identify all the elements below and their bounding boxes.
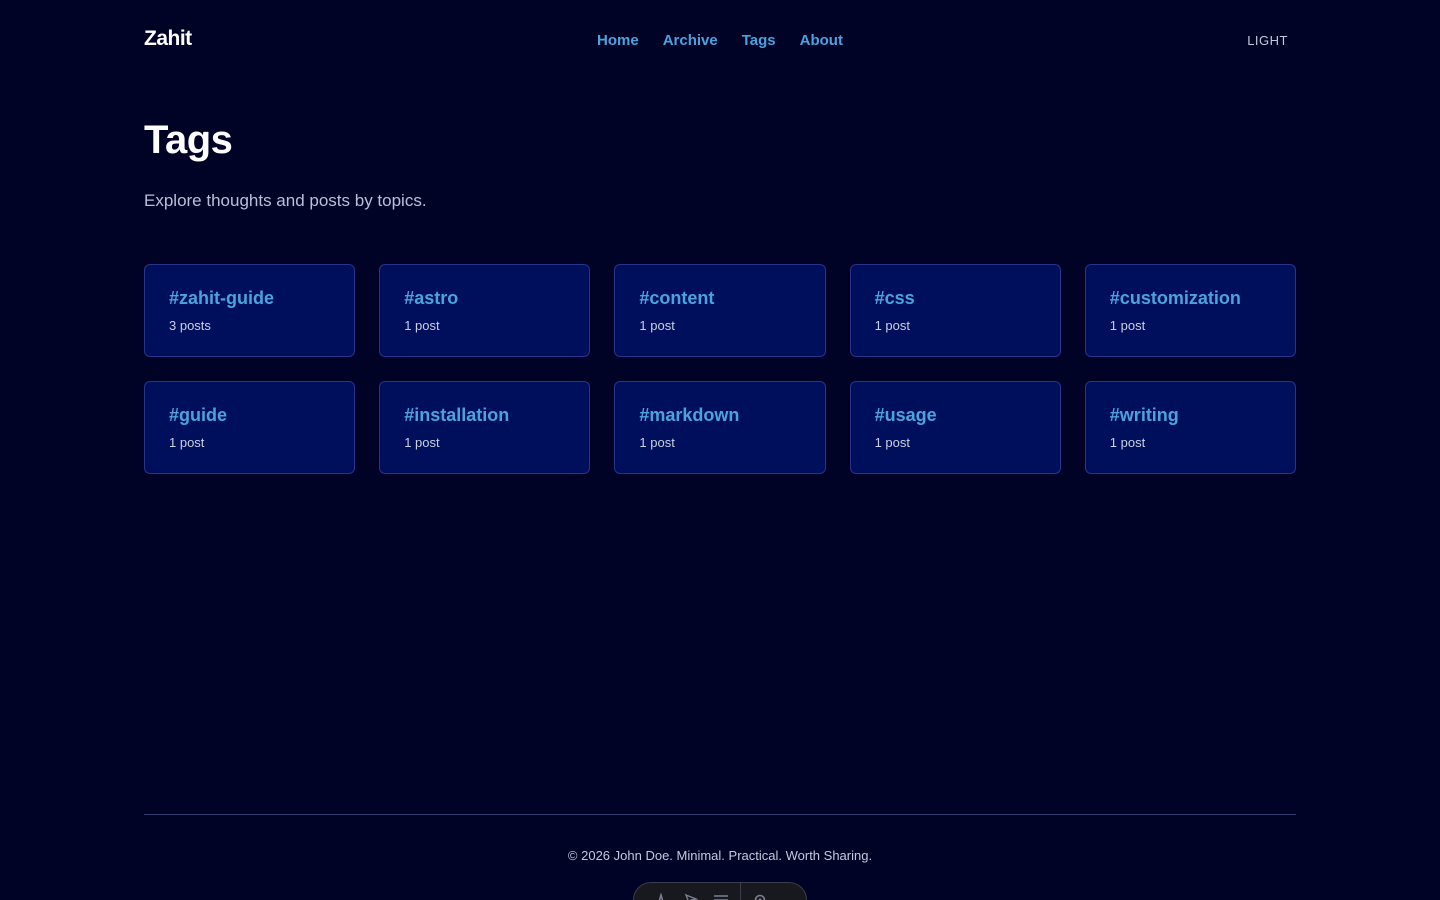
tag-name: #zahit-guide — [169, 288, 275, 308]
nav-home[interactable]: Home — [597, 32, 639, 49]
tag-name: #markdown — [639, 405, 740, 425]
tag-name: #installation — [404, 405, 510, 425]
site-brand-link[interactable]: Zahit — [144, 27, 192, 51]
tag-post-count: 1 post — [169, 435, 205, 450]
page-description: Explore thoughts and posts by topics. — [144, 191, 427, 210]
tag-card-astro[interactable]: #astro 1 post — [379, 264, 591, 357]
footer-divider — [144, 814, 1296, 815]
page-title: Tags — [144, 118, 233, 162]
tag-name: #astro — [404, 288, 459, 308]
tag-name: #customization — [1109, 288, 1241, 308]
nav-tags[interactable]: Tags — [742, 32, 776, 49]
tag-post-count: 1 post — [639, 318, 675, 333]
tag-grid: #zahit-guide 3 posts #astro 1 post #cont… — [144, 264, 1296, 474]
tag-card-guide[interactable]: #guide 1 post — [144, 381, 356, 474]
tag-name: #guide — [169, 405, 228, 425]
tag-name: #usage — [874, 405, 937, 425]
tag-name: #writing — [1109, 405, 1179, 425]
tag-card-writing[interactable]: #writing 1 post — [1084, 381, 1296, 474]
tag-post-count: 1 post — [874, 435, 911, 450]
settings-icon[interactable] — [745, 885, 775, 900]
tag-post-count: 1 post — [404, 435, 440, 450]
tag-post-count: 1 post — [404, 318, 440, 333]
tag-name: #content — [639, 288, 715, 308]
tag-post-count: 1 post — [1109, 318, 1146, 333]
tag-card-content[interactable]: #content 1 post — [614, 264, 826, 357]
main-nav: Home Archive Tags About — [597, 32, 843, 49]
page: Zahit Home Archive Tags About LIGHT Tags… — [0, 0, 1440, 900]
tag-card-zahit-guide[interactable]: #zahit-guide 3 posts — [144, 264, 356, 357]
dev-toolbar — [633, 882, 807, 900]
tag-post-count: 1 post — [639, 435, 675, 450]
astro-logo-icon[interactable] — [646, 885, 676, 900]
tag-post-count: 1 post — [1109, 435, 1146, 450]
inspect-icon[interactable] — [676, 885, 706, 900]
toolbar-separator — [740, 882, 741, 900]
nav-about[interactable]: About — [800, 32, 843, 49]
tag-card-markdown[interactable]: #markdown 1 post — [614, 381, 826, 474]
tag-post-count: 1 post — [874, 318, 911, 333]
site-header: Zahit Home Archive Tags About LIGHT — [144, 22, 1296, 60]
tag-card-css[interactable]: #css 1 post — [849, 264, 1061, 357]
tag-card-customization[interactable]: #customization 1 post — [1084, 264, 1296, 357]
tag-name: #css — [874, 288, 915, 308]
footer-copyright: © 2026 John Doe. Minimal. Practical. Wor… — [567, 848, 873, 863]
nav-archive[interactable]: Archive — [663, 32, 718, 49]
menu-icon[interactable] — [706, 885, 736, 900]
theme-toggle-button[interactable]: LIGHT — [1247, 33, 1288, 48]
tag-card-usage[interactable]: #usage 1 post — [849, 381, 1061, 474]
tag-card-installation[interactable]: #installation 1 post — [379, 381, 591, 474]
tag-post-count: 3 posts — [169, 318, 211, 333]
